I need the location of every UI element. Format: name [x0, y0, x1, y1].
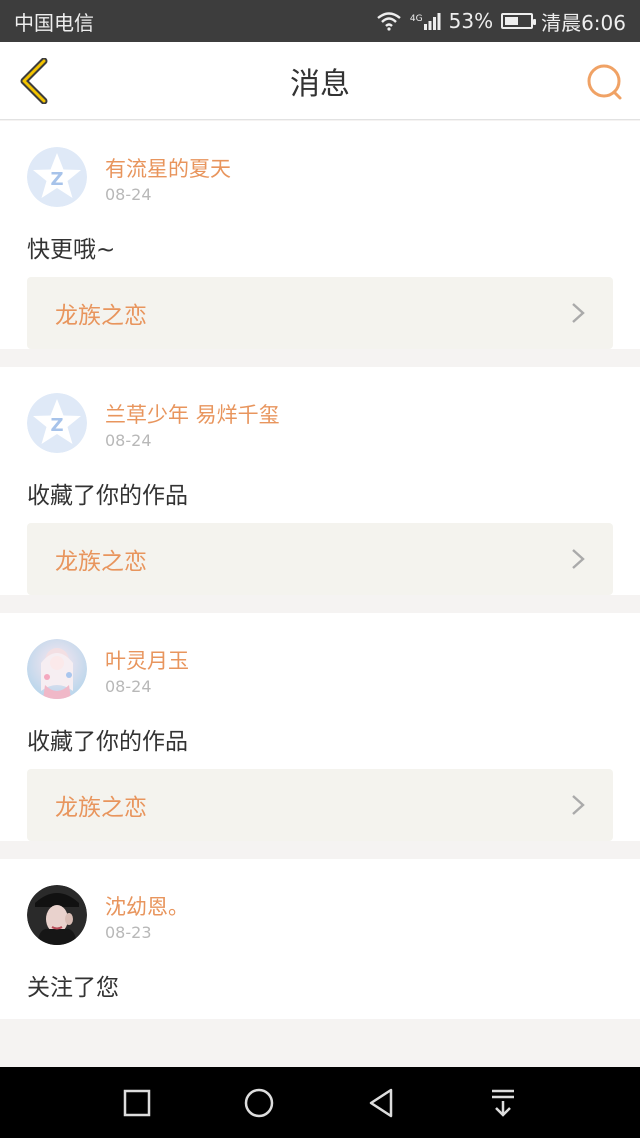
recent-apps-icon	[123, 1089, 151, 1116]
default-star-avatar-icon: Z	[27, 393, 87, 453]
search-icon	[587, 64, 622, 100]
work-link[interactable]: 龙族之恋	[27, 523, 613, 595]
anime-girl-avatar-icon	[27, 639, 87, 699]
svg-text:Z: Z	[50, 169, 63, 190]
message-text: 快更哦~	[27, 237, 116, 263]
avatar[interactable]	[27, 885, 87, 945]
work-link[interactable]: 龙族之恋	[27, 769, 613, 841]
home-icon	[244, 1088, 274, 1117]
carrier-label: 中国电信	[14, 10, 94, 35]
network-type-label: 4G	[409, 14, 423, 24]
signal-icon: 4G	[410, 12, 441, 30]
chevron-right-icon	[572, 795, 585, 815]
message-card: 沈幼恩。 08-23 关注了您	[0, 859, 640, 1019]
message-text: 收藏了你的作品	[27, 483, 188, 509]
work-title: 龙族之恋	[55, 549, 147, 575]
message-date: 08-24	[105, 677, 152, 696]
recent-apps-button[interactable]	[116, 1082, 158, 1124]
message-text: 关注了您	[27, 975, 119, 1001]
sender-name[interactable]: 有流星的夏天	[105, 153, 231, 183]
app-header: 消息	[0, 42, 640, 120]
work-title: 龙族之恋	[55, 795, 147, 821]
svg-text:Z: Z	[50, 415, 63, 436]
search-button[interactable]	[584, 62, 626, 104]
system-nav-bar	[0, 1067, 640, 1138]
message-date: 08-24	[105, 185, 152, 204]
system-back-button[interactable]	[360, 1082, 402, 1124]
default-star-avatar-icon: Z	[27, 147, 87, 207]
notification-pulldown-button[interactable]	[482, 1082, 524, 1124]
back-icon	[369, 1088, 393, 1117]
wifi-icon	[376, 11, 402, 31]
message-card: 叶灵月玉 08-24 收藏了你的作品 龙族之恋	[0, 613, 640, 841]
message-card: Z 兰草少年 易烊千玺 08-24 收藏了你的作品 龙族之恋	[0, 367, 640, 595]
battery-level	[505, 17, 518, 25]
status-bar: 中国电信 4G 53% 清晨6:06	[0, 0, 640, 42]
avatar[interactable]	[27, 639, 87, 699]
message-list: Z 有流星的夏天 08-24 快更哦~ 龙族之恋 Z 兰草少年 易烊千玺 08-…	[0, 121, 640, 1019]
message-card: Z 有流星的夏天 08-24 快更哦~ 龙族之恋	[0, 121, 640, 349]
sender-name[interactable]: 兰草少年 易烊千玺	[105, 399, 280, 429]
message-date: 08-24	[105, 431, 152, 450]
clock: 清晨6:06	[541, 10, 626, 35]
chevron-left-icon	[20, 57, 48, 105]
avatar[interactable]: Z	[27, 393, 87, 453]
work-link[interactable]: 龙族之恋	[27, 277, 613, 349]
chevron-right-icon	[572, 549, 585, 569]
home-button[interactable]	[238, 1082, 280, 1124]
chevron-right-icon	[572, 303, 585, 323]
battery-percent: 53%	[448, 9, 494, 33]
battery-icon	[501, 13, 537, 29]
page-title: 消息	[290, 66, 350, 102]
back-button[interactable]	[16, 57, 60, 105]
sender-name[interactable]: 沈幼恩。	[105, 891, 189, 921]
message-date: 08-23	[105, 923, 152, 942]
sender-name[interactable]: 叶灵月玉	[105, 645, 189, 675]
photo-avatar-icon	[27, 885, 87, 945]
avatar[interactable]: Z	[27, 147, 87, 207]
message-text: 收藏了你的作品	[27, 729, 188, 755]
work-title: 龙族之恋	[55, 303, 147, 329]
notification-pulldown-icon	[492, 1089, 514, 1117]
